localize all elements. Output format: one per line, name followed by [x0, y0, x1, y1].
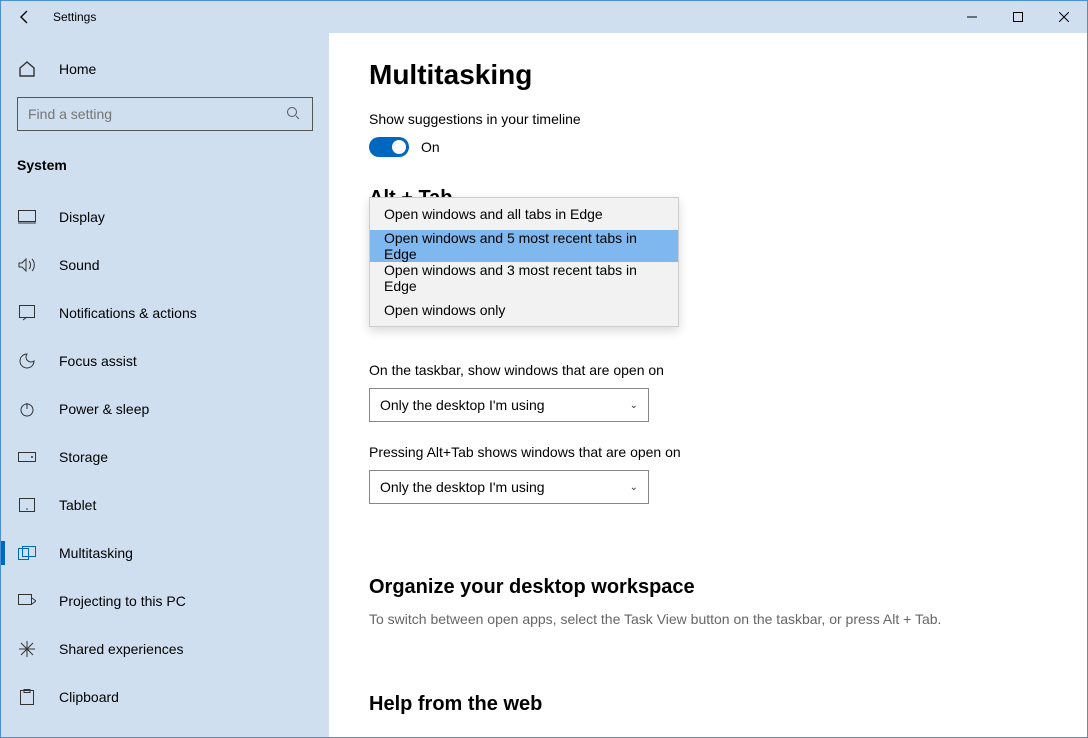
alttab2-dropdown[interactable]: Only the desktop I'm using ⌄ — [369, 470, 649, 504]
dropdown-option[interactable]: Open windows and 3 most recent tabs in E… — [370, 262, 678, 294]
tablet-icon — [17, 495, 37, 515]
sidebar-item-label: Sound — [59, 257, 99, 273]
display-icon — [17, 207, 37, 227]
close-button[interactable] — [1041, 1, 1087, 33]
sidebar-item-power-sleep[interactable]: Power & sleep — [1, 389, 329, 429]
title-bar: Settings — [1, 1, 1087, 33]
search-icon — [286, 106, 302, 122]
dropdown-option[interactable]: Open windows only — [370, 294, 678, 326]
window-controls — [949, 1, 1087, 33]
sidebar-item-display[interactable]: Display — [1, 197, 329, 237]
help-heading: Help from the web — [369, 693, 1047, 716]
sidebar-item-multitasking[interactable]: Multitasking — [1, 533, 329, 573]
sidebar-item-label: Focus assist — [59, 353, 137, 369]
alttab2-label: Pressing Alt+Tab shows windows that are … — [369, 444, 1047, 460]
arrow-left-icon — [18, 10, 32, 24]
chevron-down-icon: ⌄ — [630, 400, 638, 411]
maximize-button[interactable] — [995, 1, 1041, 33]
sidebar-item-label: Tablet — [59, 497, 96, 513]
sidebar-item-label: Storage — [59, 449, 108, 465]
sidebar-item-notifications[interactable]: Notifications & actions — [1, 293, 329, 333]
sidebar-item-focus-assist[interactable]: Focus assist — [1, 341, 329, 381]
sidebar-item-label: Shared experiences — [59, 641, 184, 657]
sidebar-home[interactable]: Home — [1, 49, 329, 89]
sidebar-item-label: Display — [59, 209, 105, 225]
sidebar-item-label: Multitasking — [59, 545, 133, 561]
search-box[interactable] — [17, 97, 313, 131]
timeline-label: Show suggestions in your timeline — [369, 111, 1047, 127]
storage-icon — [17, 447, 37, 467]
taskbar-dropdown[interactable]: Only the desktop I'm using ⌄ — [369, 388, 649, 422]
content-area: Multitasking Show suggestions in your ti… — [329, 33, 1087, 737]
dropdown-value: Only the desktop I'm using — [380, 479, 545, 495]
window-title: Settings — [53, 10, 96, 24]
dropdown-option-selected[interactable]: Open windows and 5 most recent tabs in E… — [370, 230, 678, 262]
dropdown-value: Only the desktop I'm using — [380, 397, 545, 413]
sidebar-item-storage[interactable]: Storage — [1, 437, 329, 477]
close-icon — [1059, 12, 1069, 22]
organize-hint: To switch between open apps, select the … — [369, 611, 1047, 627]
back-button[interactable] — [9, 1, 41, 33]
focus-assist-icon — [17, 351, 37, 371]
shared-experiences-icon — [17, 639, 37, 659]
taskbar-label: On the taskbar, show windows that are op… — [369, 362, 1047, 378]
sidebar-item-label: Clipboard — [59, 689, 119, 705]
notifications-icon — [17, 303, 37, 323]
clipboard-icon — [17, 687, 37, 707]
maximize-icon — [1013, 12, 1023, 22]
sound-icon — [17, 255, 37, 275]
sidebar-item-clipboard[interactable]: Clipboard — [1, 677, 329, 717]
chevron-down-icon: ⌄ — [630, 482, 638, 493]
power-icon — [17, 399, 37, 419]
search-input[interactable] — [28, 106, 286, 122]
alttab-dropdown-open[interactable]: Open windows and all tabs in Edge Open w… — [369, 197, 679, 327]
home-icon — [17, 59, 37, 79]
sidebar: Home System Display Sound — [1, 33, 329, 737]
sidebar-item-label: Power & sleep — [59, 401, 149, 417]
minimize-icon — [967, 12, 977, 22]
toggle-state: On — [421, 139, 440, 155]
sidebar-item-sound[interactable]: Sound — [1, 245, 329, 285]
organize-heading: Organize your desktop workspace — [369, 576, 1047, 599]
sidebar-item-tablet[interactable]: Tablet — [1, 485, 329, 525]
sidebar-item-projecting[interactable]: Projecting to this PC — [1, 581, 329, 621]
toggle-track — [369, 137, 409, 157]
projecting-icon — [17, 591, 37, 611]
sidebar-item-label: Notifications & actions — [59, 305, 197, 321]
sidebar-home-label: Home — [59, 61, 96, 77]
sidebar-section-header: System — [1, 145, 329, 185]
dropdown-option[interactable]: Open windows and all tabs in Edge — [370, 198, 678, 230]
toggle-thumb — [392, 140, 406, 154]
timeline-toggle[interactable]: On — [369, 137, 1047, 157]
page-title: Multitasking — [369, 59, 1047, 91]
sidebar-item-label: Projecting to this PC — [59, 593, 186, 609]
sidebar-item-shared-experiences[interactable]: Shared experiences — [1, 629, 329, 669]
minimize-button[interactable] — [949, 1, 995, 33]
multitasking-icon — [17, 543, 37, 563]
